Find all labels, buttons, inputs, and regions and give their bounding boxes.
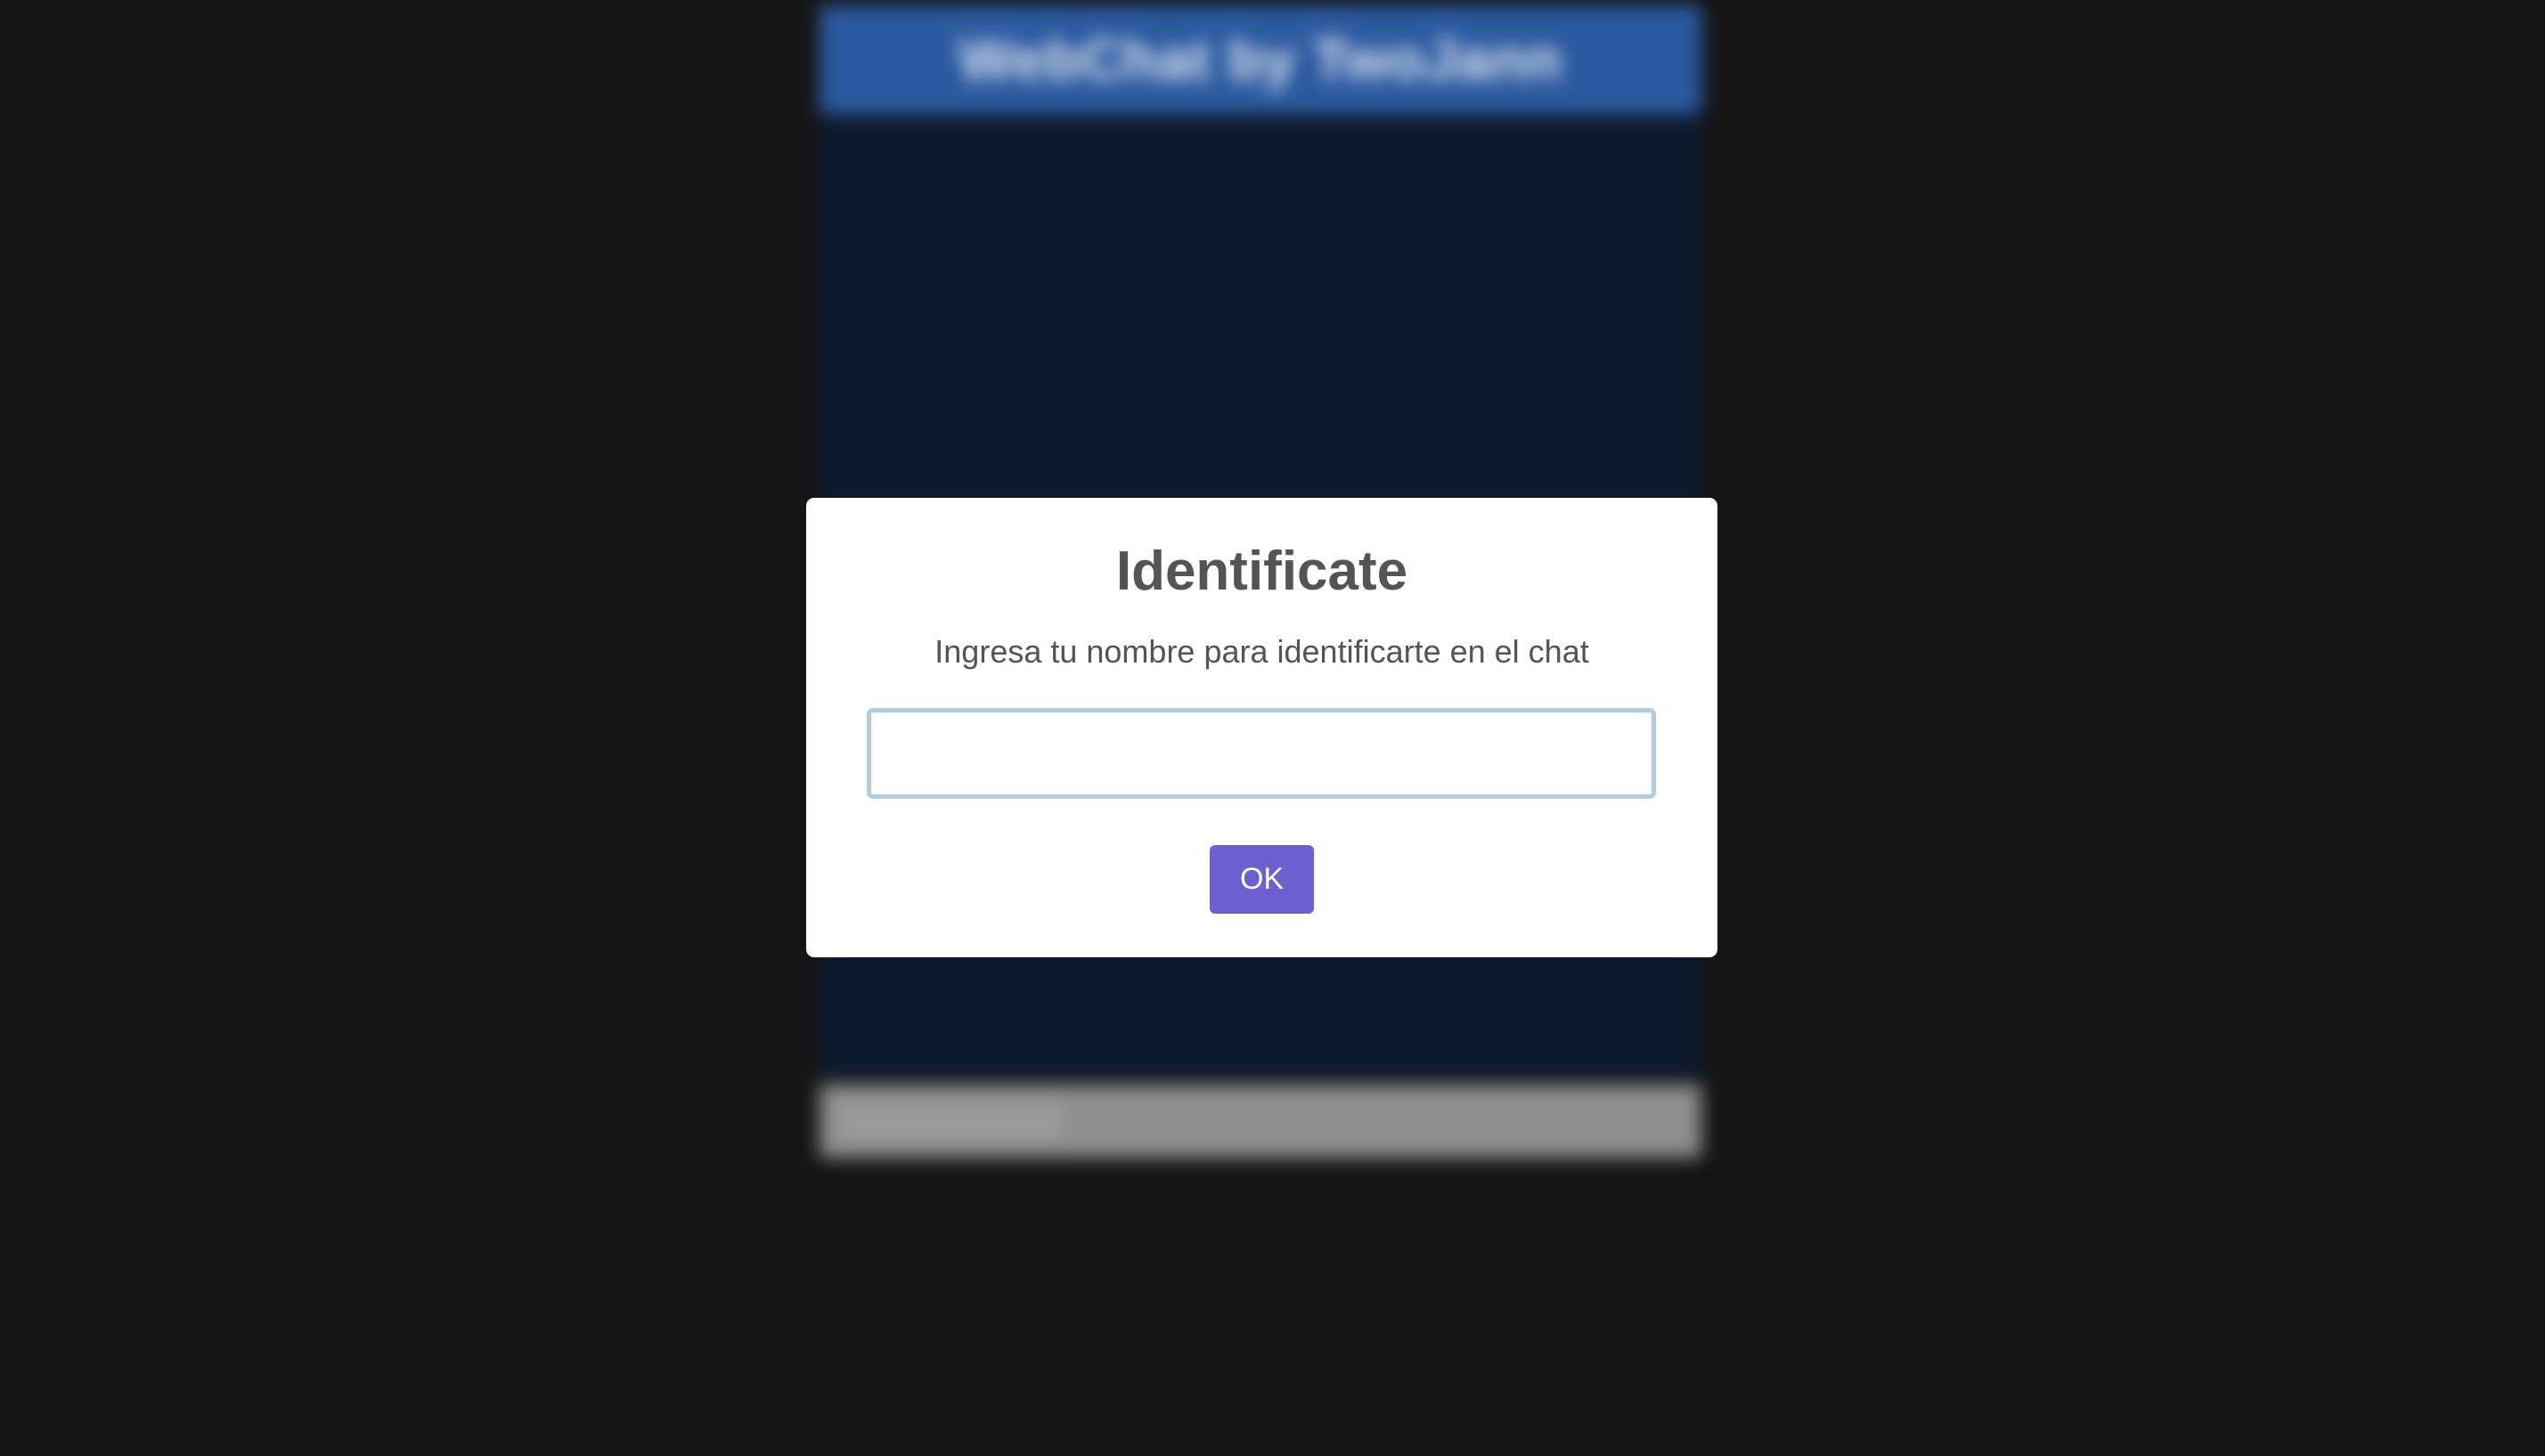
identify-dialog: Identificate Ingresa tu nombre para iden… [806,498,1717,957]
chat-title: WebChat by TwoJann [958,28,1562,92]
dialog-title: Identificate [1115,541,1408,602]
dialog-text: Ingresa tu nombre para identificarte en … [934,633,1589,670]
chat-input-bar [820,1085,1701,1158]
chat-header: WebChat by TwoJann [820,5,1701,114]
ok-button[interactable]: OK [1210,845,1314,914]
chat-input-field [839,1101,1062,1142]
name-input[interactable] [867,708,1656,799]
